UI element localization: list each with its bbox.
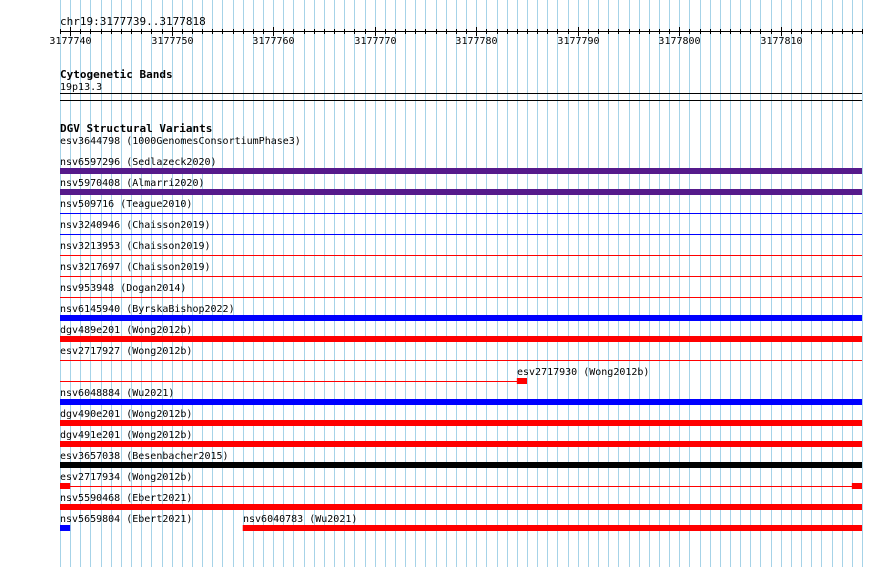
dgv-feature-block[interactable]: [60, 315, 862, 321]
ruler-tick-label: 3177770: [354, 36, 396, 47]
dgv-feature-label[interactable]: esv3644798 (1000GenomesConsortiumPhase3): [60, 136, 301, 147]
dgv-feature-label[interactable]: nsv5659804 (Ebert2021): [60, 514, 192, 525]
dgv-feature[interactable]: nsv509716 (Teague2010): [60, 199, 862, 214]
dgv-track-title[interactable]: DGV Structural Variants: [60, 122, 212, 135]
dgv-feature[interactable]: nsv3217697 (Chaisson2019): [60, 262, 862, 277]
dgv-feature-block[interactable]: [60, 504, 862, 510]
dgv-feature[interactable]: nsv5970408 (Almarri2020): [60, 178, 862, 195]
dgv-feature-label[interactable]: nsv6048884 (Wu2021): [60, 388, 174, 399]
cytoband-bar[interactable]: [60, 93, 862, 94]
dgv-feature[interactable]: dgv489e201 (Wong2012b): [60, 325, 862, 342]
ruler-tick-label: 3177800: [658, 36, 700, 47]
dgv-feature[interactable]: nsv6048884 (Wu2021): [60, 388, 862, 405]
dgv-feature[interactable]: nsv6040783 (Wu2021): [242, 514, 862, 531]
dgv-feature-block[interactable]: [60, 399, 862, 405]
dgv-feature-label[interactable]: nsv3213953 (Chaisson2019): [60, 241, 211, 252]
dgv-feature-block[interactable]: [60, 420, 862, 426]
dgv-feature[interactable]: esv2717927 (Wong2012b): [60, 346, 862, 361]
dgv-feature-label[interactable]: dgv489e201 (Wong2012b): [60, 325, 192, 336]
dgv-feature-label[interactable]: nsv6597296 (Sedlazeck2020): [60, 157, 217, 168]
dgv-feature-label[interactable]: esv2717930 (Wong2012b): [517, 367, 649, 378]
dgv-feature-block[interactable]: [60, 462, 862, 468]
ruler-tick-label: 3177790: [557, 36, 599, 47]
ruler-tick-label: 3177780: [455, 36, 497, 47]
dgv-feature-block[interactable]: [60, 441, 862, 447]
cytoband-label[interactable]: 19p13.3: [60, 82, 102, 93]
dgv-feature-block[interactable]: [60, 336, 862, 342]
dgv-feature-label[interactable]: esv3657038 (Besenbacher2015): [60, 451, 229, 462]
dgv-feature[interactable]: nsv6597296 (Sedlazeck2020): [60, 157, 862, 174]
dgv-feature-block[interactable]: [60, 168, 862, 174]
dgv-feature[interactable]: esv3644798 (1000GenomesConsortiumPhase3): [60, 136, 301, 147]
dgv-feature-label[interactable]: nsv509716 (Teague2010): [60, 199, 192, 210]
dgv-feature[interactable]: nsv3213953 (Chaisson2019): [60, 241, 862, 256]
dgv-feature-block[interactable]: [60, 525, 71, 531]
dgv-feature-label[interactable]: nsv3240946 (Chaisson2019): [60, 220, 211, 231]
dgv-feature-list[interactable]: esv3644798 (1000GenomesConsortiumPhase3)…: [60, 136, 862, 531]
dgv-feature-label[interactable]: nsv6145940 (ByrskaBishop2022): [60, 304, 235, 315]
dgv-feature-label[interactable]: dgv491e201 (Wong2012b): [60, 430, 192, 441]
dgv-feature[interactable]: nsv953948 (Dogan2014): [60, 283, 862, 298]
dgv-feature[interactable]: nsv5590468 (Ebert2021): [60, 493, 862, 510]
dgv-feature-block[interactable]: [516, 378, 527, 384]
dgv-feature-block[interactable]: [242, 525, 862, 531]
dgv-feature-label[interactable]: dgv490e201 (Wong2012b): [60, 409, 192, 420]
dgv-feature-label[interactable]: esv2717927 (Wong2012b): [60, 346, 192, 357]
dgv-feature-block[interactable]: [851, 483, 862, 489]
dgv-feature-label[interactable]: esv2717934 (Wong2012b): [60, 472, 192, 483]
genome-browser-view[interactable]: chr19:3177739..3177818 3177740 3177750 317…: [0, 0, 890, 567]
cytoband-track-title[interactable]: Cytogenetic Bands: [60, 68, 173, 81]
ruler-tick-label: 3177810: [760, 36, 802, 47]
dgv-feature[interactable]: dgv491e201 (Wong2012b): [60, 430, 862, 447]
ruler-tick-label: 3177750: [151, 36, 193, 47]
dgv-feature-label[interactable]: nsv3217697 (Chaisson2019): [60, 262, 211, 273]
location-label: chr19:3177739..3177818: [60, 15, 206, 28]
dgv-feature-label[interactable]: nsv5590468 (Ebert2021): [60, 493, 192, 504]
dgv-feature[interactable]: esv3657038 (Besenbacher2015): [60, 451, 862, 468]
dgv-feature-label[interactable]: nsv6040783 (Wu2021): [243, 514, 357, 525]
dgv-feature-label[interactable]: nsv953948 (Dogan2014): [60, 283, 186, 294]
dgv-feature[interactable]: esv2717934 (Wong2012b): [60, 472, 862, 489]
dgv-feature[interactable]: dgv490e201 (Wong2012b): [60, 409, 862, 426]
track-divider: [60, 100, 862, 101]
dgv-feature[interactable]: nsv6145940 (ByrskaBishop2022): [60, 304, 862, 321]
ruler-tick-label: 3177760: [252, 36, 294, 47]
ruler-tick-label: 3177740: [49, 36, 91, 47]
dgv-feature-block[interactable]: [60, 189, 862, 195]
dgv-feature-label[interactable]: nsv5970408 (Almarri2020): [60, 178, 205, 189]
dgv-feature-block[interactable]: [60, 483, 71, 489]
dgv-feature[interactable]: nsv3240946 (Chaisson2019): [60, 220, 862, 235]
